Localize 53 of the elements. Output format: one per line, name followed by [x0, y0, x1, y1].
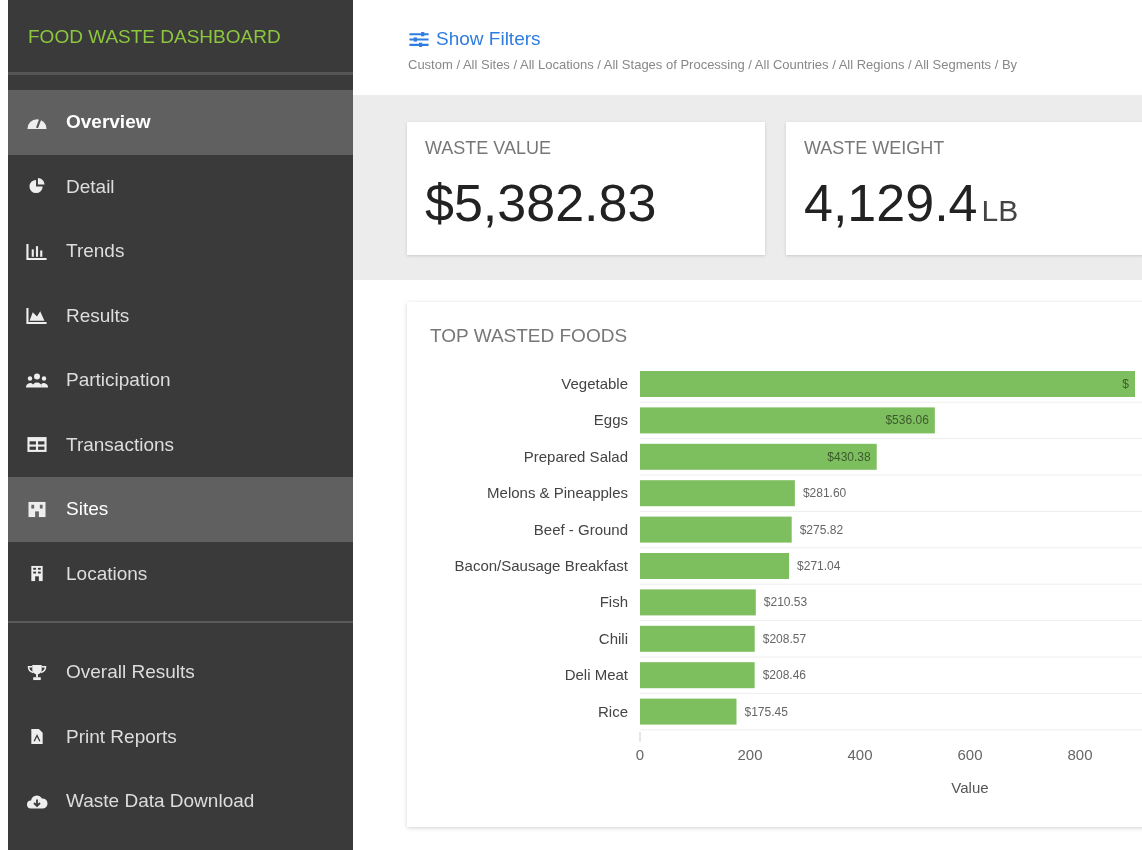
trophy-icon	[26, 663, 48, 681]
nav-item[interactable]: Locations	[8, 541, 353, 606]
nav-item[interactable]: Print Reports	[8, 704, 353, 769]
value-label: $430.38	[827, 449, 871, 464]
value-label: $175.45	[744, 704, 788, 719]
pie-chart-icon	[26, 178, 48, 196]
value-label: $210.53	[763, 595, 808, 610]
nav-item[interactable]: Sites	[8, 477, 353, 542]
value-label: $536.06	[885, 413, 929, 428]
nav-item[interactable]: Detail	[8, 154, 353, 219]
category-label: Vegetable	[561, 375, 628, 392]
sliders-icon	[408, 30, 430, 48]
category-label: Chili	[598, 629, 628, 647]
axis-tick-label: 800	[1067, 745, 1093, 763]
value-label: $271.04	[797, 559, 841, 573]
chart-title: TOP WASTED FOODS	[429, 324, 629, 348]
category-label: Bacon/Sausage Breakfast	[454, 557, 628, 574]
axis-title: Value	[951, 778, 989, 796]
axis-tick-label: 400	[847, 745, 873, 763]
table-icon	[26, 436, 48, 454]
category-label: Eggs	[593, 411, 628, 429]
category-label: Rice	[598, 702, 628, 720]
nav-item[interactable]: Participation	[8, 348, 353, 413]
nav-item[interactable]: Trends	[8, 219, 353, 284]
category-label: Melons & Pineapples	[487, 484, 628, 502]
nav-item[interactable]: Overview	[8, 90, 353, 155]
nav-item[interactable]: Transactions	[8, 412, 353, 477]
value-label: $	[1122, 377, 1129, 391]
category-label: Prepared Salad	[523, 447, 628, 465]
stat-label: WASTE VALUE	[425, 138, 553, 159]
nav-item[interactable]: Waste Data Download	[8, 769, 353, 834]
value-label: $208.46	[762, 668, 807, 683]
show-filters-button[interactable]: Show Filters	[408, 28, 541, 50]
filter-breadcrumb: Custom / All Sites / All Locations / All Stages of Processing / All Countries / All Regions / All Segments / By	[408, 57, 1019, 72]
storefront-icon	[26, 500, 48, 518]
stat-unit: LB	[981, 194, 1019, 228]
stat-value: $5,382.83	[425, 173, 657, 233]
bar-chart-icon	[26, 242, 48, 260]
nav-item[interactable]: Results	[8, 283, 353, 348]
stat-value: 4,129.4	[804, 173, 978, 233]
category-label: Deli Meat	[564, 666, 628, 684]
value-label: $208.57	[762, 631, 807, 646]
category-label: Beef - Ground	[533, 520, 628, 538]
value-label: $281.60	[802, 486, 847, 501]
value-label: $275.82	[799, 522, 844, 537]
users-icon	[26, 371, 48, 389]
axis-tick-label: 200	[737, 745, 763, 763]
category-label: Fish	[599, 593, 628, 611]
axis-tick-label: 600	[957, 745, 983, 763]
stat-label: WASTE WEIGHT	[804, 138, 946, 159]
nav-item[interactable]: Overall Results	[8, 640, 353, 705]
axis-tick-label: 0	[635, 745, 645, 763]
area-chart-icon	[26, 307, 48, 325]
